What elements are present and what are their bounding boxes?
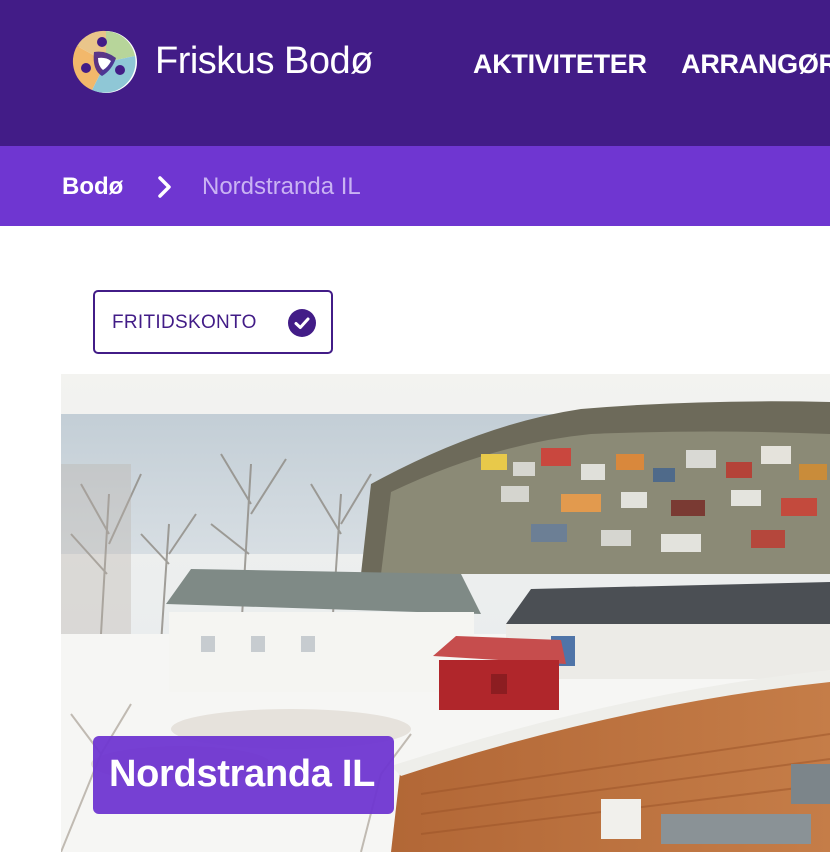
badge-label: FRITIDSKONTO	[112, 312, 257, 333]
breadcrumb-current: Nordstranda IL	[202, 173, 361, 200]
page-title: Nordstranda IL	[109, 753, 376, 795]
breadcrumb	[0, 146, 830, 226]
brand-name[interactable]: Friskus Bodø	[155, 40, 373, 83]
friskus-logo-icon[interactable]	[72, 30, 140, 94]
chevron-right-icon	[157, 176, 173, 198]
breadcrumb-root-link[interactable]: Bodø	[62, 173, 123, 201]
check-circle-icon	[288, 309, 316, 337]
nav-item-arrangor[interactable]: ARRANGØR	[681, 49, 830, 79]
main-nav: AKTIVITETER ARRANGØR	[473, 49, 830, 80]
fritidskonto-badge[interactable]: FRITIDSKONTO	[93, 290, 333, 354]
nav-item-aktiviteter[interactable]: AKTIVITETER	[473, 49, 647, 79]
